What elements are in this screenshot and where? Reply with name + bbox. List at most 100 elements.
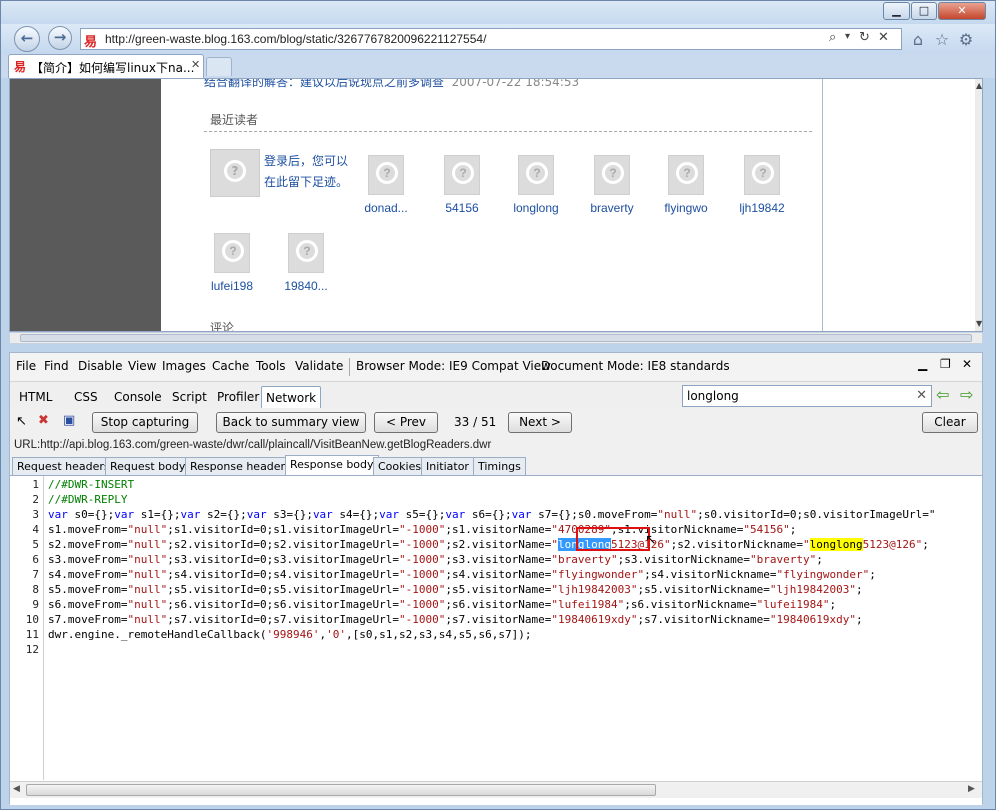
- code-line: s2.moveFrom="null";s2.visitorId=0;s2.vis…: [48, 538, 929, 551]
- menu-validate[interactable]: Validate: [295, 359, 343, 373]
- code-line: //#DWR-INSERT: [48, 478, 135, 491]
- minimize-button[interactable]: ▁: [883, 2, 910, 20]
- tab-title: 【简介】如何编写linux下na...: [31, 61, 195, 75]
- line-number: 2: [32, 493, 39, 506]
- code-line: var s0={};var s1={};var s2={};var s3={};…: [48, 508, 936, 521]
- favorites-star-icon[interactable]: ☆: [932, 30, 952, 50]
- stop-capturing-button[interactable]: Stop capturing: [92, 412, 198, 433]
- tab-css[interactable]: CSS: [70, 386, 102, 408]
- recent-readers-heading: 最近读者: [210, 113, 259, 127]
- menu-file[interactable]: File: [16, 359, 36, 373]
- left-sidebar: [10, 79, 161, 331]
- search-clear-icon[interactable]: ✕: [916, 388, 927, 403]
- refresh-icon[interactable]: ↻: [859, 30, 870, 45]
- browser-mode-menu[interactable]: Browser Mode: IE9 Compat View: [356, 359, 551, 373]
- menu-disable[interactable]: Disable: [78, 359, 123, 373]
- close-button[interactable]: ✕: [938, 2, 986, 20]
- code-line: //#DWR-REPLY: [48, 493, 128, 506]
- site-favicon-icon: 易: [84, 35, 98, 50]
- back-button[interactable]: ←: [14, 26, 40, 52]
- user-placeholder-icon: ?: [452, 162, 474, 184]
- clear-cache-icon[interactable]: ✖: [38, 413, 49, 428]
- reader-item[interactable]: ? 19840...: [278, 233, 334, 293]
- reader-item[interactable]: ? donad...: [358, 155, 414, 215]
- subtab-timings[interactable]: Timings: [473, 457, 526, 476]
- subtab-initiator[interactable]: Initiator: [421, 457, 474, 476]
- menu-find[interactable]: Find: [44, 359, 69, 373]
- reader-item[interactable]: ? flyingwo: [658, 155, 714, 215]
- menu-view[interactable]: View: [128, 359, 156, 373]
- search-icon[interactable]: ⌕: [829, 30, 836, 45]
- devtools-close-icon[interactable]: ✕: [962, 357, 972, 371]
- reader-item[interactable]: ? 54156: [434, 155, 490, 215]
- devtools-unpin-icon[interactable]: ❐: [940, 357, 951, 371]
- code-content[interactable]: //#DWR-INSERT //#DWR-REPLY var s0={};var s…: [48, 477, 982, 781]
- menu-tools[interactable]: Tools: [256, 359, 286, 373]
- subtab-request-headers[interactable]: Request headers: [12, 457, 115, 476]
- devtools-menu-bar: File Find Disable View Images Cache Tool…: [10, 353, 982, 381]
- page-vertical-scrollbar[interactable]: ▲ ▼: [975, 79, 982, 331]
- reader-item[interactable]: ? lufei198: [204, 233, 260, 293]
- menu-cache[interactable]: Cache: [212, 359, 249, 373]
- address-bar[interactable]: 易 http://green-waste.blog.163.com/blog/s…: [80, 28, 902, 50]
- browser-tab-active[interactable]: 易 【简介】如何编写linux下na... ✕: [8, 54, 204, 78]
- page-horizontal-scrollbar[interactable]: [9, 332, 983, 344]
- stop-icon[interactable]: ✕: [878, 30, 889, 45]
- subtab-response-body[interactable]: Response body: [285, 455, 379, 476]
- line-number: 11: [25, 628, 39, 641]
- save-icon[interactable]: ▣: [63, 413, 75, 428]
- scroll-left-icon[interactable]: ◀: [13, 784, 20, 794]
- reader-item[interactable]: ? braverty: [584, 155, 640, 215]
- devtools-search-input[interactable]: longlong ✕: [682, 385, 932, 407]
- line-number: 9: [32, 598, 39, 611]
- title-bar: [1, 1, 995, 25]
- reader-item[interactable]: ? longlong: [508, 155, 564, 215]
- search-value: longlong: [687, 389, 739, 403]
- forward-button[interactable]: →: [48, 26, 72, 50]
- line-number: 8: [32, 583, 39, 596]
- page-hscroll-thumb[interactable]: [20, 334, 972, 342]
- select-element-icon[interactable]: ↖: [16, 414, 27, 429]
- code-horizontal-scrollbar[interactable]: ◀ ▶: [10, 781, 982, 798]
- subtab-response-headers[interactable]: Response headers: [185, 457, 296, 476]
- login-prompt[interactable]: 登录后，您可以 在此留下足迹。: [264, 151, 348, 193]
- scroll-down-icon[interactable]: ▼: [976, 319, 982, 328]
- scroll-right-icon[interactable]: ▶: [968, 784, 975, 794]
- search-previous-icon[interactable]: ⇦: [936, 387, 954, 403]
- response-body-viewer[interactable]: 1 2 3 4 5 6 7 8 9 10 11 12 //#DWR-INSERT…: [10, 475, 982, 805]
- tab-network[interactable]: Network: [261, 386, 322, 408]
- new-tab-button[interactable]: [206, 57, 232, 76]
- reader-item[interactable]: ? ljh19842: [732, 155, 792, 215]
- menu-images[interactable]: Images: [162, 359, 206, 373]
- user-placeholder-icon: ?: [526, 162, 548, 184]
- search-next-icon[interactable]: ⇨: [960, 387, 978, 403]
- maximize-button[interactable]: □: [911, 2, 937, 20]
- dropdown-icon[interactable]: ▾: [845, 31, 850, 42]
- tab-console[interactable]: Console: [110, 386, 166, 408]
- back-to-summary-button[interactable]: Back to summary view: [216, 412, 366, 433]
- next-button[interactable]: Next >: [508, 412, 572, 433]
- line-number: 6: [32, 553, 39, 566]
- line-number: 3: [32, 508, 39, 521]
- tab-html[interactable]: HTML: [15, 386, 56, 408]
- prev-button[interactable]: < Prev: [374, 412, 438, 433]
- devtools-tab-bar: HTML CSS Console Script Profiler Network…: [10, 381, 982, 409]
- subtab-request-body[interactable]: Request body: [105, 457, 191, 476]
- gear-icon[interactable]: ⚙: [956, 30, 976, 50]
- tab-script[interactable]: Script: [168, 386, 211, 408]
- tab-profiler[interactable]: Profiler: [213, 386, 263, 408]
- document-mode-menu[interactable]: Document Mode: IE8 standards: [541, 359, 730, 373]
- subtab-cookies[interactable]: Cookies: [373, 457, 427, 476]
- user-placeholder-icon: ?: [602, 162, 624, 184]
- tab-close-icon[interactable]: ✕: [191, 58, 200, 71]
- clear-button[interactable]: Clear: [922, 412, 978, 433]
- scroll-up-icon[interactable]: ▲: [976, 81, 982, 90]
- devtools-minimize-icon[interactable]: ▁: [918, 357, 927, 371]
- line-number-gutter: 1 2 3 4 5 6 7 8 9 10 11 12: [10, 476, 44, 780]
- comments-heading: 评论: [210, 321, 235, 332]
- code-line: s6.moveFrom="null";s6.visitorId=0;s6.vis…: [48, 598, 837, 611]
- code-hscroll-thumb[interactable]: [26, 784, 656, 796]
- home-icon[interactable]: ⌂: [908, 30, 928, 50]
- annotation-highlight-box: [576, 527, 650, 551]
